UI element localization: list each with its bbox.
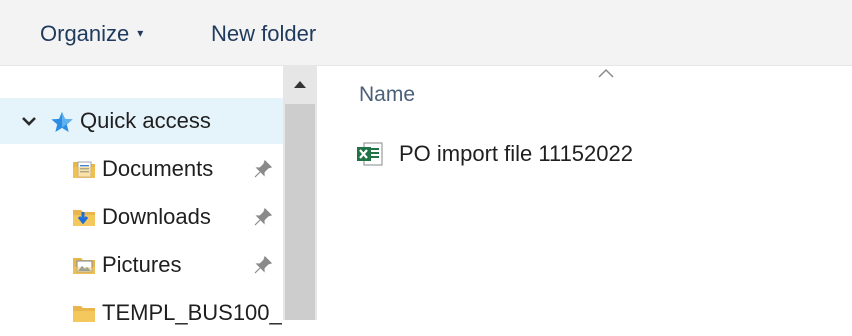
- nav-item-label: Documents: [102, 156, 214, 181]
- new-folder-button[interactable]: New folder: [211, 18, 316, 50]
- pin-icon: [252, 254, 274, 276]
- scroll-up-button[interactable]: [283, 66, 317, 102]
- nav-item-pictures[interactable]: Pictures: [0, 242, 283, 288]
- nav-item-templ-bus100[interactable]: TEMPL_BUS100_F: [0, 290, 283, 336]
- nav-item-label: Quick access: [80, 108, 211, 133]
- file-name: PO import file 11152022: [399, 141, 633, 166]
- excel-file-icon: [355, 139, 385, 169]
- pictures-folder-icon: [72, 254, 96, 276]
- file-list-item[interactable]: PO import file 11152022: [355, 136, 633, 172]
- chevron-down-icon: ▾: [137, 26, 144, 41]
- downloads-folder-icon: [72, 206, 96, 228]
- pin-icon: [252, 158, 274, 180]
- nav-item-downloads[interactable]: Downloads: [0, 194, 283, 240]
- nav-item-documents[interactable]: Documents: [0, 146, 283, 192]
- nav-item-label: Downloads: [102, 204, 211, 229]
- pin-icon: [252, 206, 274, 228]
- file-list: Name PO import file 11152022: [317, 66, 852, 320]
- organize-button[interactable]: Organize ▾: [40, 18, 143, 50]
- column-header-name[interactable]: Name: [359, 83, 415, 107]
- nav-item-label: Pictures: [102, 252, 182, 277]
- scroll-thumb[interactable]: [285, 104, 315, 320]
- nav-scrollbar[interactable]: [283, 66, 317, 320]
- folder-icon: [72, 302, 96, 324]
- chevron-up-icon: [294, 81, 306, 88]
- documents-folder-icon: [72, 158, 96, 180]
- new-folder-label: New folder: [211, 21, 317, 46]
- nav-item-quick-access[interactable]: Quick access: [0, 98, 283, 144]
- chevron-down-icon[interactable]: [18, 110, 40, 132]
- nav-item-label: TEMPL_BUS100_F: [102, 300, 283, 325]
- command-bar: Organize ▾ New folder: [0, 0, 852, 66]
- sort-ascending-icon: [598, 68, 614, 78]
- navigation-pane: Quick access Documents Downloads Picture…: [0, 66, 283, 325]
- star-icon: [50, 110, 74, 132]
- organize-label: Organize: [40, 21, 130, 46]
